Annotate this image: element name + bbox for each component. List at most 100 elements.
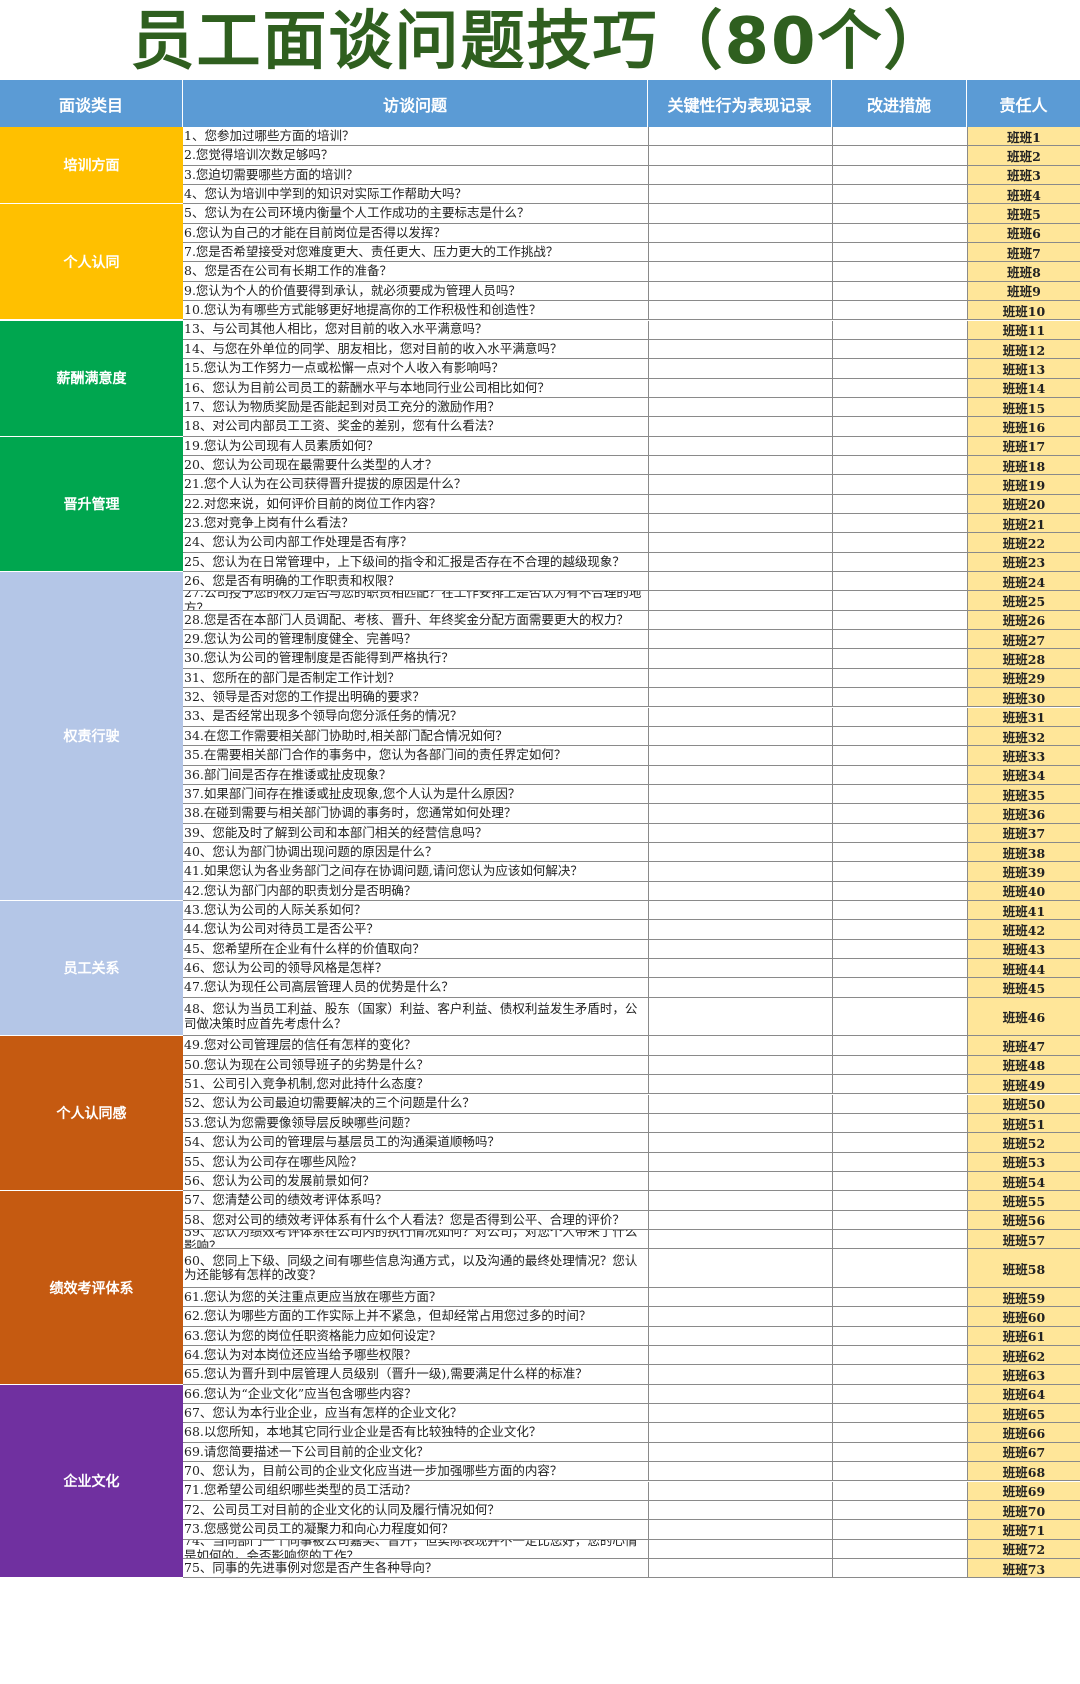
behavior-record-cell[interactable] — [648, 223, 832, 244]
behavior-record-cell[interactable] — [648, 1094, 832, 1114]
behavior-record-cell[interactable] — [648, 707, 832, 727]
behavior-record-cell[interactable] — [648, 417, 832, 437]
improvement-cell[interactable] — [832, 862, 967, 882]
improvement-cell[interactable] — [832, 1094, 967, 1114]
improvement-cell[interactable] — [832, 1365, 967, 1385]
behavior-record-cell[interactable] — [648, 997, 832, 1037]
behavior-record-cell[interactable] — [648, 881, 832, 901]
behavior-record-cell[interactable] — [648, 668, 832, 689]
behavior-record-cell[interactable] — [648, 804, 832, 824]
behavior-record-cell[interactable] — [648, 862, 832, 882]
behavior-record-cell[interactable] — [648, 359, 832, 379]
improvement-cell[interactable] — [832, 1423, 967, 1443]
behavior-record-cell[interactable] — [648, 1229, 832, 1250]
improvement-cell[interactable] — [832, 997, 967, 1037]
behavior-record-cell[interactable] — [648, 436, 832, 456]
improvement-cell[interactable] — [832, 1288, 967, 1308]
behavior-record-cell[interactable] — [648, 494, 832, 514]
improvement-cell[interactable] — [832, 223, 967, 244]
improvement-cell[interactable] — [832, 1036, 967, 1056]
improvement-cell[interactable] — [832, 320, 967, 340]
behavior-record-cell[interactable] — [648, 1055, 832, 1076]
improvement-cell[interactable] — [832, 1558, 967, 1579]
behavior-record-cell[interactable] — [648, 320, 832, 340]
behavior-record-cell[interactable] — [648, 649, 832, 669]
improvement-cell[interactable] — [832, 146, 967, 166]
improvement-cell[interactable] — [832, 359, 967, 379]
improvement-cell[interactable] — [832, 591, 967, 611]
improvement-cell[interactable] — [832, 262, 967, 282]
improvement-cell[interactable] — [832, 688, 967, 708]
behavior-record-cell[interactable] — [648, 1307, 832, 1327]
behavior-record-cell[interactable] — [648, 920, 832, 940]
improvement-cell[interactable] — [832, 881, 967, 901]
behavior-record-cell[interactable] — [648, 127, 832, 147]
improvement-cell[interactable] — [832, 1075, 967, 1095]
behavior-record-cell[interactable] — [648, 185, 832, 205]
behavior-record-cell[interactable] — [648, 301, 832, 321]
improvement-cell[interactable] — [832, 784, 967, 805]
improvement-cell[interactable] — [832, 281, 967, 302]
behavior-record-cell[interactable] — [648, 146, 832, 166]
improvement-cell[interactable] — [832, 1326, 967, 1347]
behavior-record-cell[interactable] — [648, 1113, 832, 1134]
improvement-cell[interactable] — [832, 1384, 967, 1405]
behavior-record-cell[interactable] — [648, 1365, 832, 1385]
behavior-record-cell[interactable] — [648, 1423, 832, 1443]
improvement-cell[interactable] — [832, 842, 967, 863]
improvement-cell[interactable] — [832, 1442, 967, 1463]
behavior-record-cell[interactable] — [648, 1539, 832, 1559]
behavior-record-cell[interactable] — [648, 262, 832, 282]
behavior-record-cell[interactable] — [648, 1191, 832, 1211]
improvement-cell[interactable] — [832, 1191, 967, 1211]
improvement-cell[interactable] — [832, 707, 967, 727]
behavior-record-cell[interactable] — [648, 746, 832, 766]
behavior-record-cell[interactable] — [648, 591, 832, 611]
behavior-record-cell[interactable] — [648, 1500, 832, 1521]
behavior-record-cell[interactable] — [648, 1384, 832, 1405]
improvement-cell[interactable] — [832, 475, 967, 495]
improvement-cell[interactable] — [832, 1346, 967, 1366]
improvement-cell[interactable] — [832, 1133, 967, 1153]
behavior-record-cell[interactable] — [648, 1152, 832, 1172]
behavior-record-cell[interactable] — [648, 842, 832, 863]
improvement-cell[interactable] — [832, 514, 967, 534]
behavior-record-cell[interactable] — [648, 1404, 832, 1424]
behavior-record-cell[interactable] — [648, 1075, 832, 1095]
improvement-cell[interactable] — [832, 1307, 967, 1327]
behavior-record-cell[interactable] — [648, 1133, 832, 1153]
behavior-record-cell[interactable] — [648, 1036, 832, 1056]
improvement-cell[interactable] — [832, 1113, 967, 1134]
improvement-cell[interactable] — [832, 455, 967, 476]
behavior-record-cell[interactable] — [648, 1171, 832, 1192]
improvement-cell[interactable] — [832, 1520, 967, 1540]
improvement-cell[interactable] — [832, 668, 967, 689]
improvement-cell[interactable] — [832, 572, 967, 592]
improvement-cell[interactable] — [832, 978, 967, 998]
improvement-cell[interactable] — [832, 1152, 967, 1172]
improvement-cell[interactable] — [832, 746, 967, 766]
behavior-record-cell[interactable] — [648, 204, 832, 224]
behavior-record-cell[interactable] — [648, 1520, 832, 1540]
behavior-record-cell[interactable] — [648, 281, 832, 302]
improvement-cell[interactable] — [832, 397, 967, 418]
behavior-record-cell[interactable] — [648, 765, 832, 785]
improvement-cell[interactable] — [832, 1500, 967, 1521]
improvement-cell[interactable] — [832, 765, 967, 785]
behavior-record-cell[interactable] — [648, 533, 832, 553]
improvement-cell[interactable] — [832, 204, 967, 224]
improvement-cell[interactable] — [832, 1404, 967, 1424]
behavior-record-cell[interactable] — [648, 455, 832, 476]
behavior-record-cell[interactable] — [648, 514, 832, 534]
improvement-cell[interactable] — [832, 417, 967, 437]
improvement-cell[interactable] — [832, 1539, 967, 1559]
behavior-record-cell[interactable] — [648, 165, 832, 186]
behavior-record-cell[interactable] — [648, 475, 832, 495]
improvement-cell[interactable] — [832, 804, 967, 824]
improvement-cell[interactable] — [832, 378, 967, 398]
behavior-record-cell[interactable] — [648, 572, 832, 592]
improvement-cell[interactable] — [832, 901, 967, 921]
behavior-record-cell[interactable] — [648, 1442, 832, 1463]
behavior-record-cell[interactable] — [648, 1288, 832, 1308]
behavior-record-cell[interactable] — [648, 726, 832, 747]
